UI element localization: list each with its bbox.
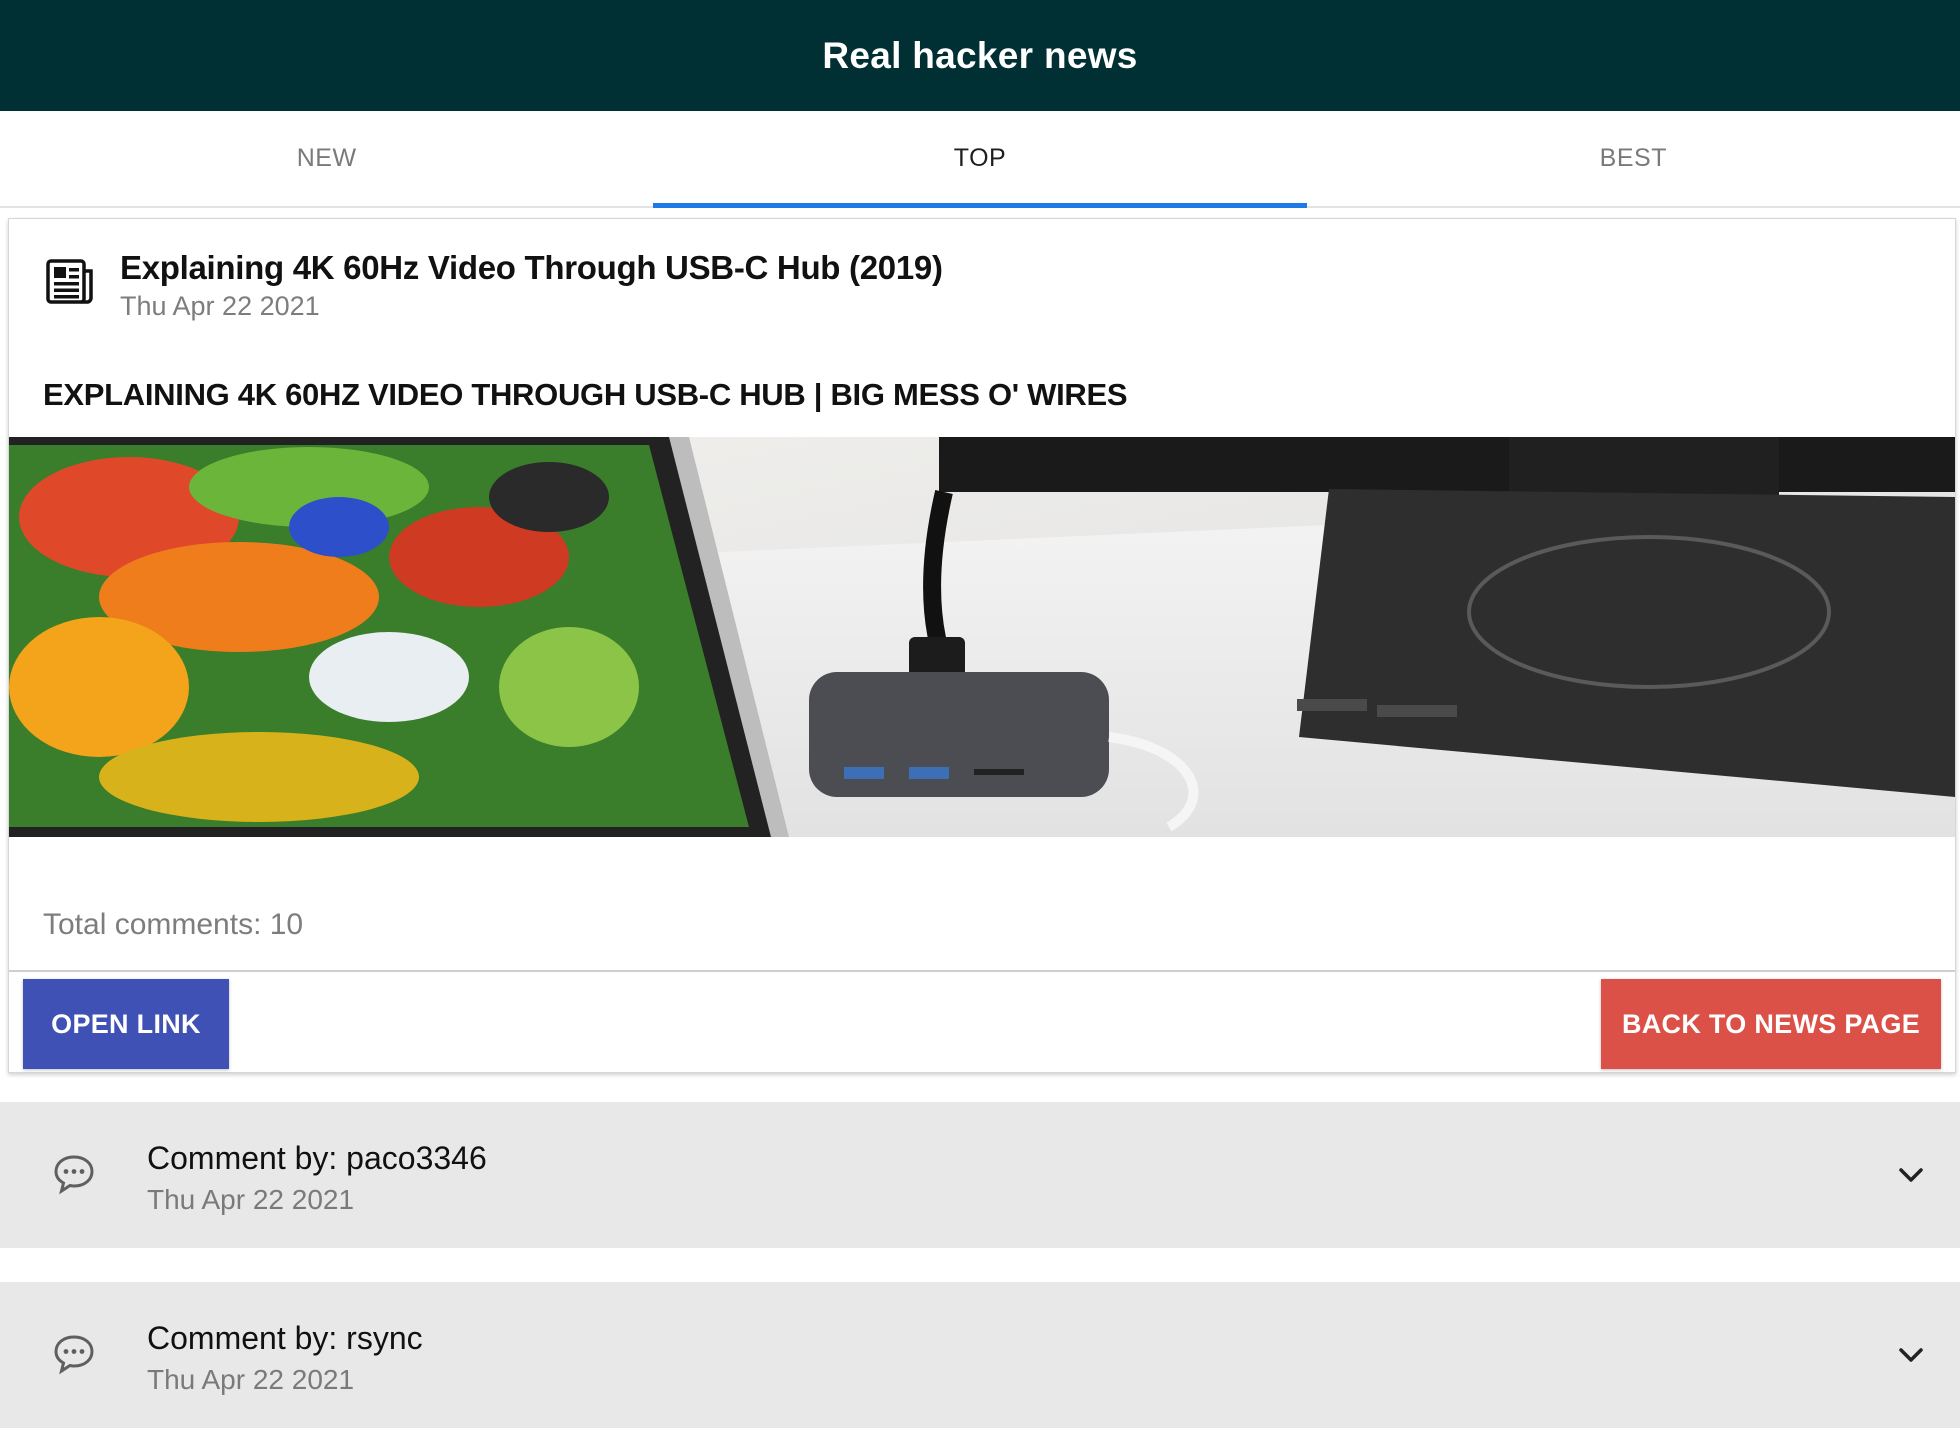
comment-item-rsync[interactable]: Comment by: rsync Thu Apr 22 2021 (0, 1282, 1960, 1428)
back-to-news-button[interactable]: BACK TO NEWS PAGE (1601, 979, 1941, 1069)
comment-date: Thu Apr 22 2021 (147, 1184, 355, 1215)
app-title: Real hacker news (822, 34, 1138, 76)
chevron-down-icon[interactable] (1894, 1158, 1928, 1192)
newspaper-icon (46, 259, 93, 304)
comment-author: Comment by: rsync (147, 1320, 423, 1356)
story-date: Thu Apr 22 2021 (120, 291, 320, 321)
hub-photo (9, 437, 1955, 837)
story-header: Explaining 4K 60Hz Video Through USB-C H… (9, 219, 1955, 329)
tab-bar: NEW TOP BEST (0, 111, 1960, 208)
story-image (9, 437, 1955, 837)
tab-top[interactable]: TOP (653, 111, 1307, 208)
app-bar: Real hacker news (0, 0, 1960, 111)
comment-date: Thu Apr 22 2021 (147, 1364, 355, 1395)
tab-best[interactable]: BEST (1307, 111, 1960, 206)
story-card: Explaining 4K 60Hz Video Through USB-C H… (8, 218, 1956, 1073)
comment-bubble-icon (54, 1335, 94, 1375)
total-comments: Total comments: 10 (43, 908, 304, 941)
comment-item-paco3346[interactable]: Comment by: paco3346 Thu Apr 22 2021 (0, 1102, 1960, 1248)
story-actions: OPEN LINK BACK TO NEWS PAGE (9, 970, 1955, 1074)
open-link-button[interactable]: OPEN LINK (23, 979, 229, 1069)
story-headline: EXPLAINING 4K 60HZ VIDEO THROUGH USB-C H… (43, 377, 1128, 412)
tab-new[interactable]: NEW (0, 111, 653, 206)
chevron-down-icon[interactable] (1894, 1338, 1928, 1372)
comment-bubble-icon (54, 1155, 94, 1195)
comment-author: Comment by: paco3346 (147, 1140, 487, 1176)
story-title: Explaining 4K 60Hz Video Through USB-C H… (120, 249, 943, 286)
